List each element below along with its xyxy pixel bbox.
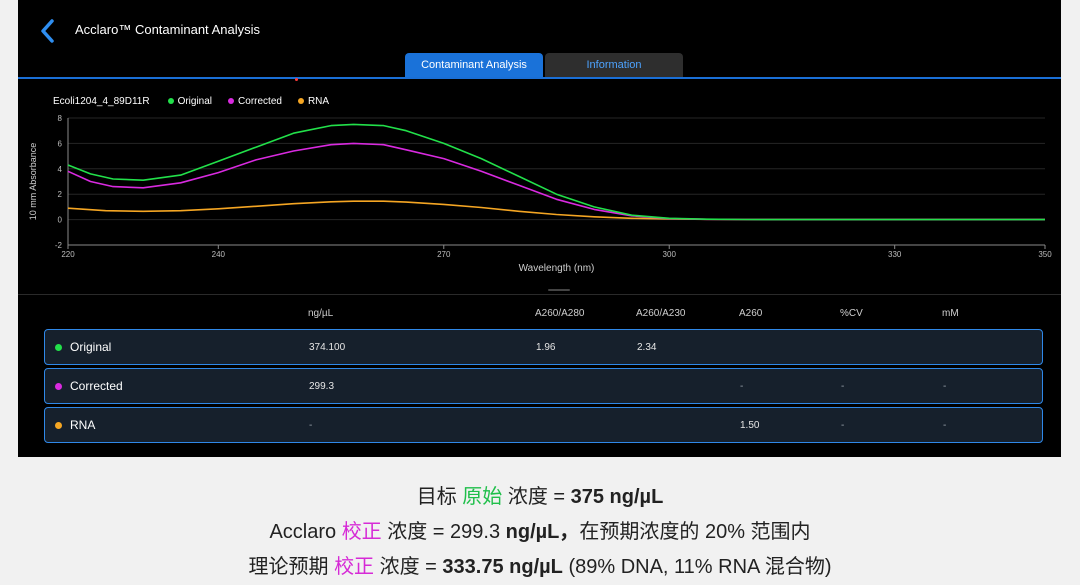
y-tick-label: 2 (58, 190, 63, 199)
col-header-a260-a230: A260/A230 (636, 308, 686, 319)
y-tick-label: 6 (58, 139, 63, 148)
cell-cv: - (841, 419, 845, 431)
tab-information[interactable]: Information (545, 53, 683, 77)
x-tick-label: 330 (888, 250, 902, 259)
x-tick-label: 350 (1038, 250, 1052, 259)
caption-line-1: 目标 原始 浓度 = 375 ng/µL (0, 480, 1080, 509)
legend-label: RNA (307, 95, 330, 107)
row-name: Original (55, 330, 111, 364)
cell-cv: - (841, 380, 845, 392)
cell-ng: 374.100 (309, 341, 346, 353)
x-axis-label: Wavelength (nm) (519, 263, 595, 274)
caption-text: 浓度 = 299.3 (381, 521, 506, 543)
row-label: RNA (70, 418, 96, 432)
series-line-rna (67, 200, 1045, 221)
caption-highlight: 校正 (341, 521, 382, 543)
legend-dot-icon (228, 98, 235, 104)
legend-dot-icon (297, 98, 304, 104)
row-label: Corrected (70, 379, 123, 393)
row-name: RNA (55, 408, 95, 442)
status-dot-icon (55, 421, 62, 429)
absorbance-chart: -2 0 2 4 6 8 220 240 270 300 330 350 Wavelength (nm)… (28, 114, 1052, 274)
cell-mm: - (943, 419, 947, 431)
y-tick-label: -2 (55, 241, 63, 250)
series-line-corrected (67, 142, 1045, 221)
chart-legend: Ecoli1204_4_89D11R Original Corrected RN… (53, 94, 345, 108)
legend-label: Corrected (238, 95, 282, 107)
y-axis-label: 10 mm Absorbance (28, 143, 38, 221)
app-window: Acclaro™ Contaminant Analysis Contaminan… (18, 0, 1061, 457)
cell-mm: - (943, 380, 947, 392)
caption-text: 浓度 = (374, 556, 443, 578)
caption-text: 浓度 = (502, 486, 571, 508)
row-name: Corrected (55, 369, 123, 403)
caption-text: 在预期浓度的 20% 范围内 (579, 521, 811, 543)
col-header-cv: %CV (840, 308, 863, 319)
caption-text: Acclaro (269, 521, 342, 543)
caption-text: (89% DNA, 11% RNA 混合物) (562, 556, 832, 578)
x-tick-label: 300 (663, 250, 677, 259)
y-tick-label: 0 (58, 216, 63, 225)
caption-value: ng/µL， (505, 521, 580, 543)
caption-line-2: Acclaro 校正 浓度 = 299.3 ng/µL，在预期浓度的 20% 范… (0, 515, 1080, 544)
tab-bar: Contaminant Analysis Information (18, 53, 1061, 79)
cell-a260: 1.50 (740, 419, 760, 431)
caption-value: 375 ng/µL (570, 486, 664, 508)
caption-text: 理论预期 (248, 556, 335, 578)
cell-ng: - (309, 419, 313, 431)
x-tick-label: 220 (61, 250, 75, 259)
y-tick-label: 8 (58, 114, 63, 123)
y-tick-label: 4 (58, 165, 63, 174)
cell-a260: - (740, 380, 744, 392)
cell-a260-a230: 2.34 (637, 341, 657, 353)
caption-highlight: 校正 (334, 556, 375, 578)
caption-highlight: 原始 (462, 486, 503, 508)
caption-line-3: 理论预期 校正 浓度 = 333.75 ng/µL (89% DNA, 11% … (0, 550, 1080, 579)
app-title: Acclaro™ Contaminant Analysis (75, 22, 260, 37)
status-dot-icon (55, 343, 62, 351)
back-button[interactable] (36, 17, 60, 45)
status-dot-icon (55, 382, 62, 390)
row-label: Original (70, 340, 112, 354)
legend-dot-icon (167, 98, 174, 104)
tab-contaminant-analysis[interactable]: Contaminant Analysis (405, 53, 543, 77)
chevron-left-icon (41, 19, 54, 43)
table-row-original[interactable]: Original 374.100 1.96 2.34 (44, 329, 1043, 365)
col-header-mm: mM (942, 308, 959, 319)
divider (18, 294, 1061, 295)
col-header-a260: A260 (739, 308, 763, 319)
legend-item-corrected[interactable]: Corrected (228, 96, 282, 107)
caption-value: 333.75 ng/µL (442, 556, 563, 578)
cell-a260-a280: 1.96 (536, 341, 556, 353)
sample-name: Ecoli1204_4_89D11R (53, 95, 150, 107)
table-row-rna[interactable]: RNA - 1.50 - - (44, 407, 1043, 443)
table-row-corrected[interactable]: Corrected 299.3 - - - (44, 368, 1043, 404)
cell-ng: 299.3 (309, 380, 335, 392)
x-tick-label: 240 (212, 250, 226, 259)
legend-item-rna[interactable]: RNA (297, 95, 330, 107)
legend-label: Original (177, 95, 213, 107)
x-tick-label: 270 (437, 250, 451, 259)
marker-dot (295, 78, 298, 81)
col-header-ng: ng/µL (308, 308, 334, 319)
caption-text: 目标 (416, 486, 463, 508)
legend-item-original[interactable]: Original (167, 95, 213, 107)
resize-handle[interactable] (548, 289, 570, 291)
col-header-a260-a280: A260/A280 (535, 308, 585, 319)
series-line-original (67, 123, 1045, 221)
